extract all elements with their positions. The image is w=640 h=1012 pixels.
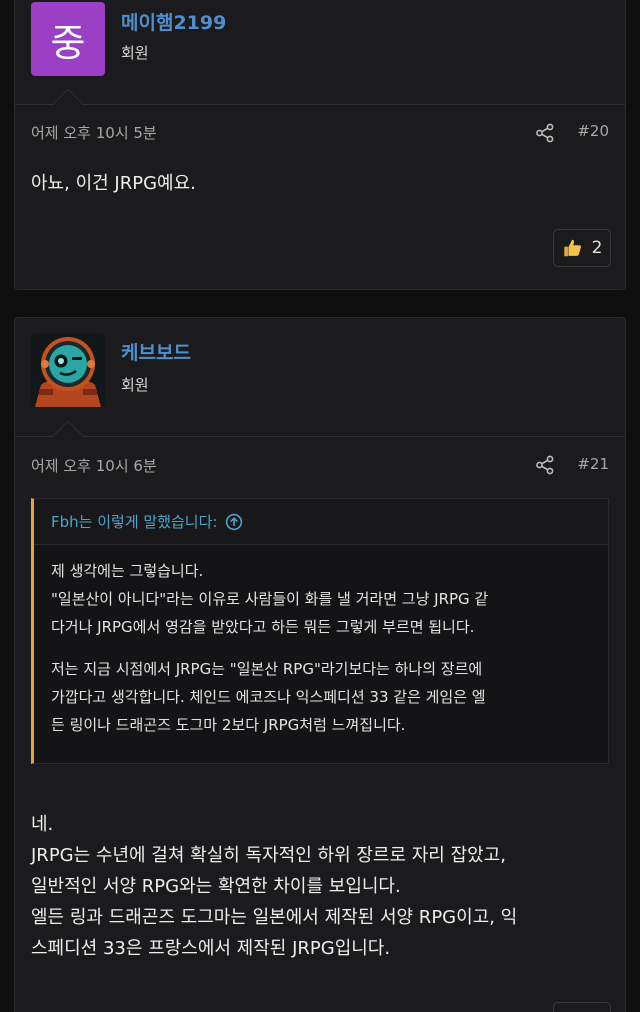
- quote-text: 제 생각에는 그렇습니다. "일본산이 아니다"라는 이유로 사람들이 화를 낼…: [34, 545, 608, 739]
- user-title: 회원: [121, 376, 149, 394]
- post-body: 아뇨, 이건 JRPG예요.: [31, 173, 196, 194]
- username[interactable]: 메이햄2199: [121, 8, 226, 35]
- author-notch: [52, 88, 84, 120]
- divider: [15, 104, 625, 105]
- post-21: 케브보드 회원 어제 오후 10시 6분 #21 Fbh는 이렇게 말했습니다:…: [14, 317, 626, 1012]
- post-date[interactable]: 어제 오후 10시 6분: [31, 455, 157, 476]
- reaction-button[interactable]: 2: [553, 229, 611, 267]
- share-icon[interactable]: [535, 123, 555, 143]
- quote-header[interactable]: Fbh는 이렇게 말했습니다:: [34, 499, 608, 545]
- body-line: 일반적인 서양 RPG와는 확연한 차이를 보입니다.: [31, 876, 401, 897]
- body-line: 엘든 링과 드래곤즈 도그마는 일본에서 제작된 서양 RPG이고, 익: [31, 907, 518, 928]
- quote-block: Fbh는 이렇게 말했습니다: 제 생각에는 그렇습니다. "일본산이 아니다"…: [31, 498, 609, 764]
- quote-line: 가깝다고 생각합니다. 체인드 에코즈나 익스페디션 33 같은 게임은 엘: [51, 688, 486, 706]
- quote-paragraph: 저는 지금 시점에서 JRPG는 "일본산 RPG"라기보다는 하나의 장르에 …: [51, 655, 591, 739]
- divider: [15, 436, 625, 437]
- post-date[interactable]: 어제 오후 10시 5분: [31, 122, 157, 143]
- author-notch: [52, 420, 84, 452]
- arrow-up-circle-icon[interactable]: [225, 513, 243, 531]
- share-icon[interactable]: [535, 455, 555, 475]
- body-line: 스페디션 33은 프랑스에서 제작된 JRPG입니다.: [31, 938, 391, 959]
- user-title: 회원: [121, 44, 149, 62]
- avatar[interactable]: [31, 333, 105, 407]
- quote-line: 저는 지금 시점에서 JRPG는 "일본산 RPG"라기보다는 하나의 장르에: [51, 660, 483, 678]
- post-number[interactable]: #21: [577, 455, 609, 473]
- post-number[interactable]: #20: [577, 122, 609, 140]
- avatar-letter: 중: [50, 20, 86, 65]
- quote-line: 제 생각에는 그렇습니다.: [51, 562, 204, 580]
- post-body: 네. JRPG는 수년에 걸쳐 확실히 독자적인 하위 장르로 자리 잡았고, …: [31, 809, 609, 964]
- avatar[interactable]: 중: [31, 2, 105, 76]
- thumbs-up-icon: [563, 239, 581, 257]
- quote-line: 다거나 JRPG에서 영감을 받았다고 하든 뭐든 그렇게 부르면 됩니다.: [51, 618, 475, 636]
- robot-astronaut-avatar-icon: [31, 333, 105, 407]
- username[interactable]: 케브보드: [121, 338, 191, 365]
- post-20: 중 메이햄2199 회원 어제 오후 10시 5분 #20 아뇨, 이건 JRP…: [14, 0, 626, 290]
- body-line: 네.: [31, 814, 54, 835]
- reaction-button[interactable]: [553, 1002, 611, 1012]
- quote-paragraph: 제 생각에는 그렇습니다. "일본산이 아니다"라는 이유로 사람들이 화를 낼…: [51, 557, 591, 641]
- reaction-count: 2: [591, 238, 603, 258]
- quote-line: "일본산이 아니다"라는 이유로 사람들이 화를 낼 거라면 그냥 JRPG 같: [51, 590, 489, 608]
- body-line: JRPG는 수년에 걸쳐 확실히 독자적인 하위 장르로 자리 잡았고,: [31, 845, 506, 866]
- quote-line: 든 링이나 드래곤즈 도그마 2보다 JRPG처럼 느껴집니다.: [51, 716, 406, 734]
- quote-attribution[interactable]: Fbh는 이렇게 말했습니다:: [51, 511, 217, 532]
